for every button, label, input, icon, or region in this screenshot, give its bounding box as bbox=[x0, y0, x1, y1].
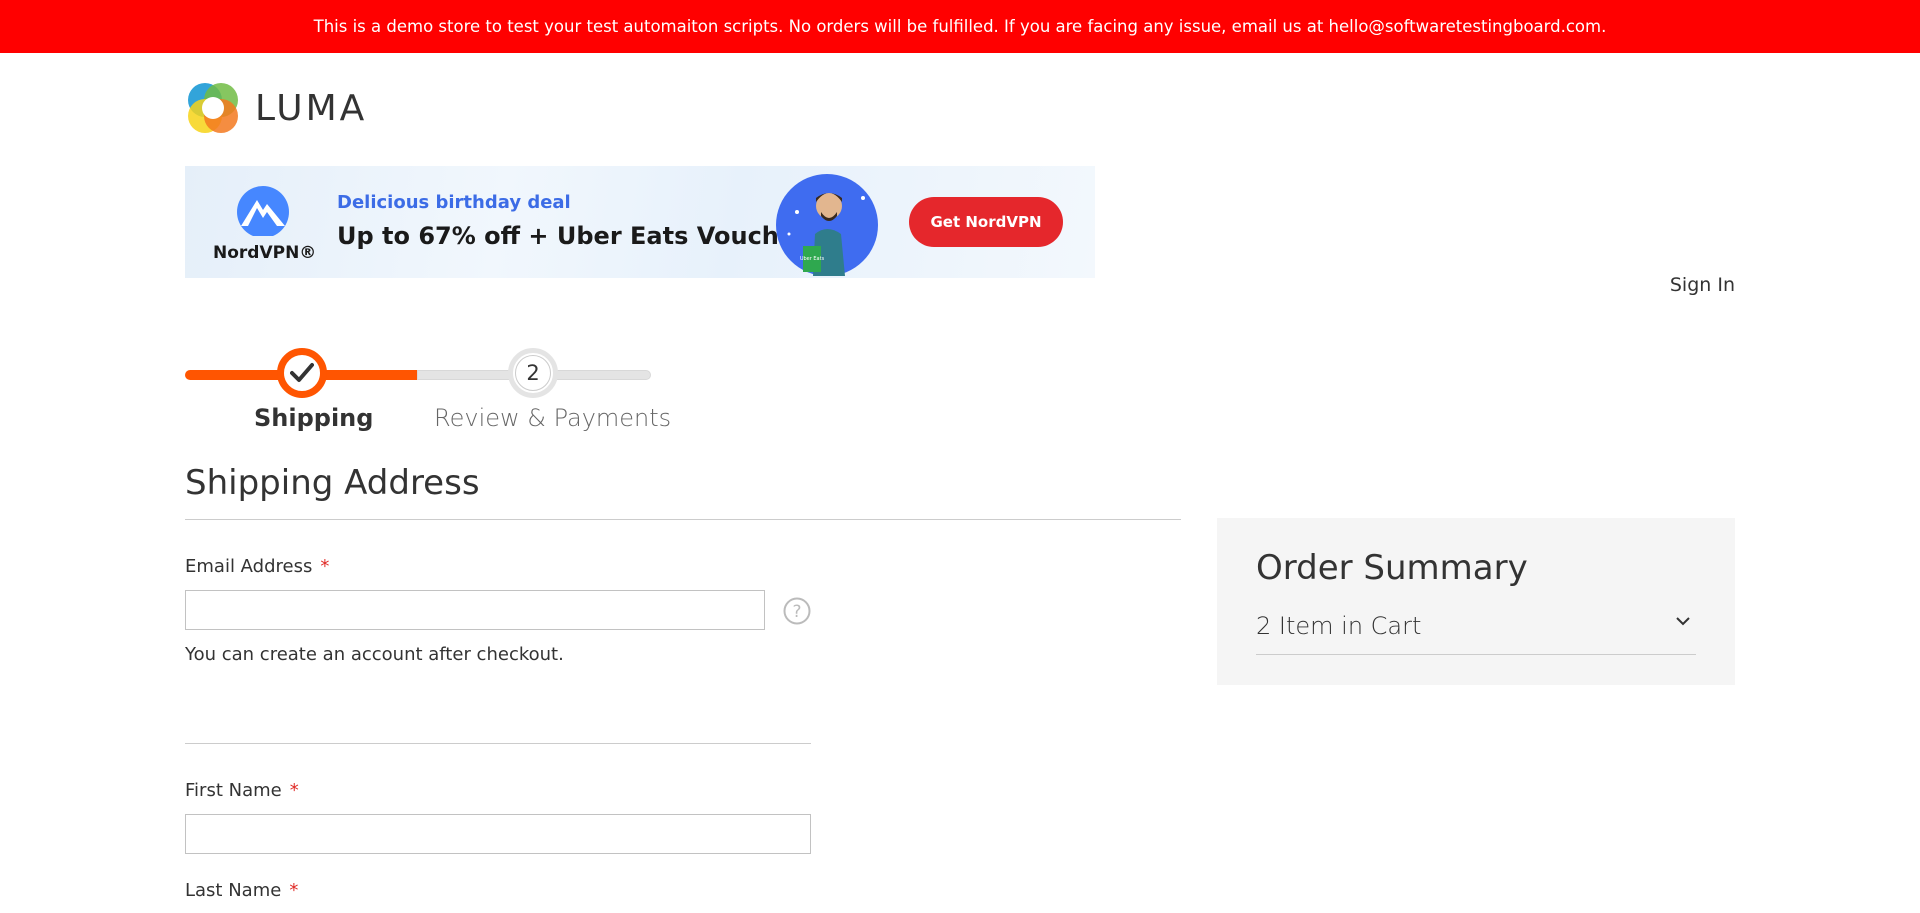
ad-bag-text: Uber Eats bbox=[800, 256, 825, 262]
chevron-down-icon bbox=[1676, 617, 1690, 626]
step-review-payments-indicator: 2 bbox=[508, 348, 558, 398]
step-label-review-payments: Review & Payments bbox=[434, 404, 672, 432]
demo-notice-text: This is a demo store to test your test a… bbox=[313, 17, 1607, 36]
luma-logo-link[interactable]: LUMA bbox=[185, 80, 367, 136]
last-name-label: Last Name * bbox=[185, 880, 298, 901]
help-icon[interactable]: ? bbox=[783, 597, 811, 625]
nordvpn-logo-icon bbox=[237, 186, 289, 238]
nordvpn-ad-banner[interactable]: NordVPN® Delicious birthday deal Up to 6… bbox=[185, 166, 1095, 278]
get-nordvpn-button[interactable]: Get NordVPN bbox=[909, 197, 1063, 247]
ad-headline: Up to 67% off + Uber Eats Voucher bbox=[337, 222, 807, 250]
sign-in-link[interactable]: Sign In bbox=[1670, 274, 1735, 296]
checkout-progress-bar: 2 Shipping Review & Payments bbox=[185, 348, 671, 448]
email-note: You can create an account after checkout… bbox=[185, 644, 564, 665]
required-mark: * bbox=[320, 556, 330, 577]
step-label-shipping: Shipping bbox=[254, 404, 374, 432]
shipping-address-title: Shipping Address bbox=[185, 463, 480, 503]
email-label: Email Address * bbox=[185, 556, 329, 577]
order-summary-title: Order Summary bbox=[1256, 548, 1528, 588]
first-name-field[interactable] bbox=[185, 814, 811, 854]
order-summary-panel: Order Summary 2 Item in Cart bbox=[1217, 518, 1735, 685]
form-divider bbox=[185, 743, 811, 744]
nordvpn-brand: NordVPN® bbox=[213, 184, 317, 263]
svg-text:?: ? bbox=[792, 602, 801, 622]
first-name-label-text: First Name bbox=[185, 780, 282, 801]
checkmark-icon bbox=[290, 363, 314, 382]
section-divider bbox=[185, 519, 1181, 520]
nordvpn-brand-name: NordVPN® bbox=[213, 243, 317, 263]
step-shipping-indicator bbox=[277, 348, 327, 398]
first-name-label: First Name * bbox=[185, 780, 299, 801]
required-mark: * bbox=[289, 880, 299, 901]
demo-notice-banner: This is a demo store to test your test a… bbox=[0, 0, 1920, 53]
cart-item-count: 2 Item in Cart bbox=[1256, 612, 1422, 640]
email-field[interactable] bbox=[185, 590, 765, 630]
logo-wordmark: LUMA bbox=[255, 87, 368, 129]
ad-person-image: Uber Eats bbox=[776, 174, 878, 276]
step-number: 2 bbox=[515, 355, 551, 391]
cart-items-toggle[interactable]: 2 Item in Cart bbox=[1256, 610, 1696, 655]
email-label-text: Email Address bbox=[185, 556, 313, 577]
last-name-label-text: Last Name bbox=[185, 880, 282, 901]
luma-logo-icon bbox=[188, 83, 238, 133]
required-mark: * bbox=[289, 780, 299, 801]
ad-deal-text: Delicious birthday deal bbox=[337, 192, 571, 213]
